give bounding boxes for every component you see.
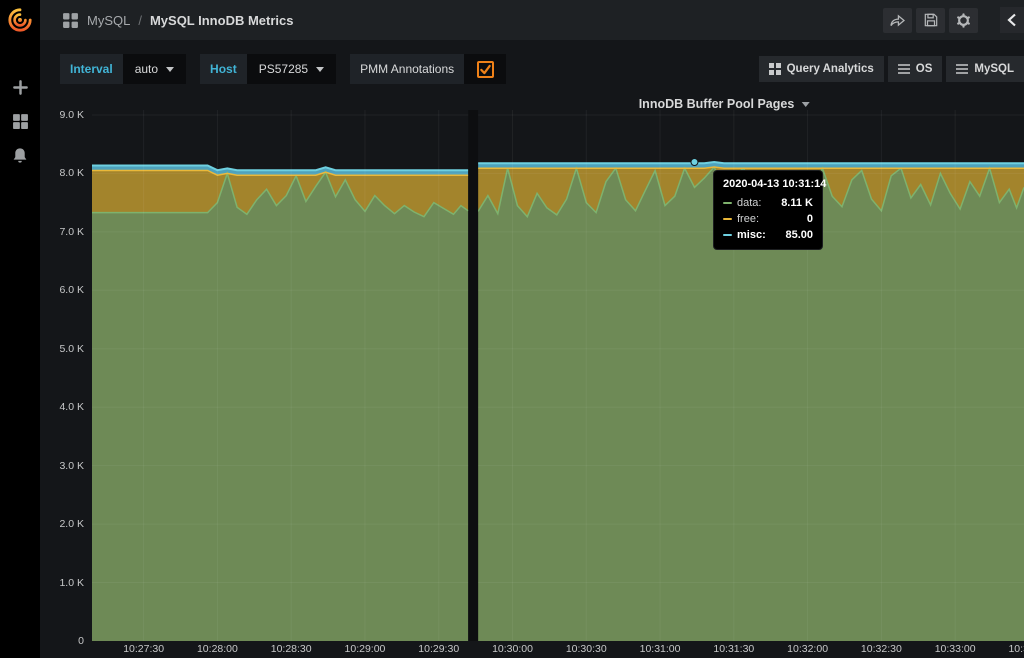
y-axis-label: 2.0 K (59, 518, 84, 531)
grafana-app: MySQL / MySQL InnoDB Metrics Interval au… (0, 0, 1024, 658)
host-label: Host (200, 54, 247, 84)
chevron-left-icon (1007, 13, 1017, 27)
y-axis-label: 6.0 K (59, 284, 84, 297)
caret-down-icon (316, 66, 325, 72)
settings-button[interactable] (949, 7, 978, 33)
breadcrumb-section[interactable]: MySQL (87, 13, 130, 28)
interval-label: Interval (60, 54, 123, 84)
dashboard-grid-icon (62, 12, 79, 29)
x-axis-label: 10:27:30 (123, 643, 165, 655)
x-axis-label: 10:28:30 (270, 643, 312, 655)
interval-value: auto (134, 62, 159, 76)
panel-innodb-buffer-pool-pages: InnoDB Buffer Pool Pages 0 1.0 K 2.0 K 3.0 … (40, 90, 1024, 658)
chart-svg[interactable] (92, 110, 1024, 641)
y-axis-label: 3.0 K (59, 459, 84, 472)
nav-actions (883, 7, 978, 33)
tooltip-row: misc: 85.00 (723, 229, 813, 241)
interval-variable: Interval auto (60, 54, 187, 84)
tooltip-row: data: 8.11 K (723, 197, 813, 209)
x-axis-label: 10:28:00 (196, 643, 238, 655)
tooltip-series-value: 0 (806, 213, 813, 225)
x-axis-label: 10:33:00 (934, 643, 976, 655)
x-axis-label: 10:32:30 (860, 643, 902, 655)
share-icon (890, 13, 905, 27)
os-link[interactable]: OS (887, 56, 943, 82)
dashboards-button[interactable] (0, 104, 40, 138)
panel-title-text: InnoDB Buffer Pool Pages (638, 97, 795, 111)
series-swatch-data (723, 202, 732, 204)
tooltip-row: free: 0 (723, 213, 813, 225)
plus-icon (12, 79, 29, 96)
series-swatch-misc (723, 234, 732, 236)
breadcrumb: MySQL / MySQL InnoDB Metrics (62, 12, 293, 29)
y-axis-label: 8.0 K (59, 167, 84, 180)
y-axis-label: 0 (78, 635, 84, 647)
grafana-flame-icon (8, 8, 32, 32)
chart-tooltip: 2020-04-13 10:31:14 data: 8.11 K free: 0… (713, 170, 827, 250)
mysql-link[interactable]: MySQL (946, 56, 1024, 82)
query-analytics-link[interactable]: Query Analytics (758, 56, 884, 82)
pmm-annotations-checkbox[interactable] (464, 54, 507, 84)
apps-icon (768, 63, 781, 75)
caret-down-icon (166, 66, 175, 72)
y-axis-label: 5.0 K (59, 342, 84, 355)
save-icon (924, 13, 938, 27)
settings-gear-icon (956, 12, 971, 28)
series-swatch-free (723, 218, 732, 220)
create-button[interactable] (0, 70, 40, 104)
panel-title[interactable]: InnoDB Buffer Pool Pages (639, 97, 810, 111)
mysql-label: MySQL (974, 63, 1014, 75)
tooltip-timestamp: 2020-04-13 10:31:14 (723, 178, 827, 190)
host-select[interactable]: PS57285 (246, 54, 337, 84)
dashboards-icon (12, 113, 29, 130)
y-axis-label: 9.0 K (59, 108, 84, 121)
interval-select[interactable]: auto (122, 54, 187, 84)
host-value: PS57285 (258, 62, 309, 76)
tooltip-series-label: free: (737, 213, 760, 225)
tooltip-series-value: 8.11 K (781, 197, 813, 209)
collapse-timepicker-button[interactable] (1000, 7, 1024, 33)
y-axis-label: 4.0 K (59, 401, 84, 414)
checkbox-check-icon (479, 63, 492, 76)
menu-icon (897, 64, 910, 74)
tooltip-series-value: 85.00 (785, 229, 813, 241)
top-nav: MySQL / MySQL InnoDB Metrics (0, 0, 1024, 40)
query-analytics-label: Query Analytics (786, 63, 874, 75)
save-button[interactable] (916, 7, 945, 33)
x-axis-label: 10:29:00 (344, 643, 386, 655)
grafana-logo[interactable] (0, 0, 40, 40)
x-axis-label: 10:30:00 (492, 643, 533, 655)
pmm-annotations-control: PMM Annotations (350, 54, 507, 84)
x-axis-label: 10:31:00 (639, 643, 681, 655)
os-label: OS (915, 63, 933, 75)
menu-icon (956, 64, 969, 74)
sidebar (0, 40, 40, 658)
alerts-bell-icon (12, 147, 28, 164)
caret-down-icon (801, 101, 810, 107)
x-axis-label: 10:31:30 (713, 643, 755, 655)
host-variable: Host PS57285 (200, 54, 337, 84)
x-axis-label: 10:30:30 (565, 643, 607, 655)
y-axis-label: 1.0 K (59, 576, 84, 589)
alerting-button[interactable] (0, 138, 40, 172)
checkbox-box (476, 60, 494, 78)
toolbar: Interval auto Host PS57285 PMM Annotatio… (40, 48, 1024, 90)
x-axis-label: 10:32:00 (787, 643, 829, 655)
x-axis-label: 10:33:30 (1008, 643, 1024, 655)
share-button[interactable] (883, 7, 912, 33)
tooltip-series-label: misc: (737, 229, 766, 241)
breadcrumb-separator: / (138, 12, 142, 28)
x-axis-label: 10:29:30 (418, 643, 460, 655)
y-axis-label: 7.0 K (59, 225, 84, 238)
breadcrumb-title: MySQL InnoDB Metrics (149, 12, 294, 28)
pmm-annotations-label: PMM Annotations (350, 54, 465, 84)
tooltip-series-label: data: (737, 197, 762, 209)
